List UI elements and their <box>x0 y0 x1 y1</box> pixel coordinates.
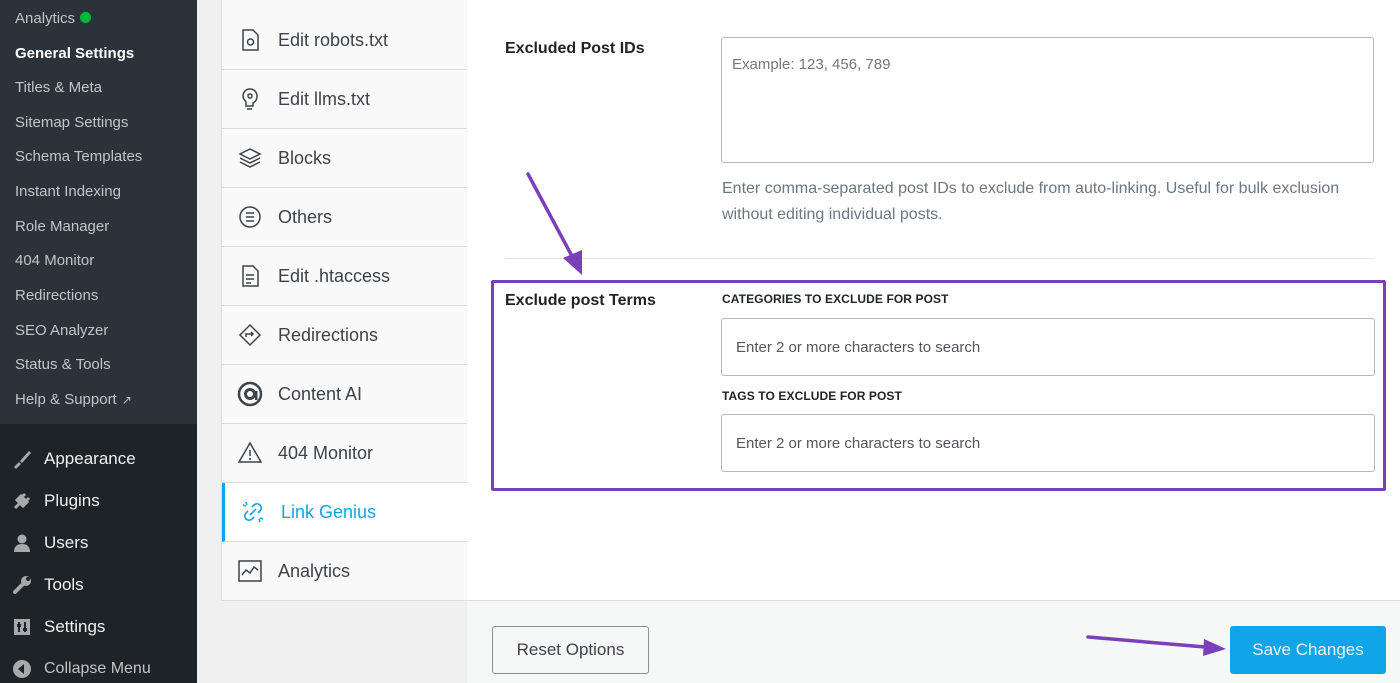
tab-redirections[interactable]: Redirections <box>222 306 467 365</box>
collapse-menu-button[interactable]: Collapse Menu <box>0 651 197 683</box>
menu-item-plugins[interactable]: Plugins <box>0 483 197 519</box>
submenu-item-role-manager[interactable]: Role Manager <box>15 218 109 235</box>
tab-label: Redirections <box>278 324 379 345</box>
tab-label: Content AI <box>278 383 363 404</box>
submenu-item-label: Redirections <box>15 287 99 304</box>
tab-404-monitor[interactable]: 404 Monitor <box>222 424 467 483</box>
submenu-item-titles-meta[interactable]: Titles & Meta <box>15 79 102 96</box>
excluded-post-ids-label: Excluded Post IDs <box>505 40 645 57</box>
warning-triangle-icon <box>222 441 278 465</box>
settings-footer: Reset Options Save Changes <box>467 600 1400 683</box>
submenu-item-label: General Settings <box>15 45 135 62</box>
llms-file-icon <box>222 87 278 111</box>
tab-label: Edit llms.txt <box>278 88 371 109</box>
submenu-item-redirections[interactable]: Redirections <box>15 287 98 304</box>
tab-content-ai[interactable]: Content AI <box>222 365 467 424</box>
tags-search-input[interactable] <box>721 414 1375 472</box>
tab-label: Edit robots.txt <box>278 29 389 50</box>
submenu-item-schema-templates[interactable]: Schema Templates <box>15 148 142 165</box>
redirect-diamond-icon <box>222 323 278 347</box>
menu-item-settings[interactable]: Settings <box>0 609 197 645</box>
link-icon <box>225 499 281 525</box>
exclude-post-terms-label: Exclude post Terms <box>505 292 656 309</box>
plug-icon <box>0 490 44 512</box>
menu-item-label: Users <box>44 533 89 552</box>
tab-blocks[interactable]: Blocks <box>222 129 467 188</box>
admin-sidebar: Analytics General Settings Titles & Meta… <box>0 0 197 683</box>
status-dot-icon <box>80 12 92 23</box>
section-divider <box>505 258 1374 259</box>
submenu-item-label: Status & Tools <box>15 356 111 373</box>
sliders-icon <box>0 616 44 638</box>
menu-item-label: Settings <box>44 617 106 636</box>
submenu-item-label: Role Manager <box>15 218 110 235</box>
save-changes-button[interactable]: Save Changes <box>1230 626 1386 674</box>
analytics-chart-icon <box>222 559 278 583</box>
tab-label: Others <box>278 206 333 227</box>
others-list-icon <box>222 205 278 229</box>
submenu-item-label: Schema Templates <box>15 148 143 165</box>
collapse-arrow-icon <box>0 658 44 680</box>
settings-tab-list: Edit robots.txt Edit llms.txt Blocks Oth… <box>221 0 468 601</box>
htaccess-file-icon <box>222 264 278 288</box>
tab-edit-llms[interactable]: Edit llms.txt <box>222 70 467 129</box>
submenu-item-label: Sitemap Settings <box>15 114 129 131</box>
settings-panel: Excluded Post IDs Enter comma-separated … <box>467 0 1400 601</box>
menu-item-label: Tools <box>44 575 84 594</box>
wrench-icon <box>0 574 44 596</box>
tab-others[interactable]: Others <box>222 188 467 247</box>
paintbrush-icon <box>0 448 44 470</box>
submenu-item-label: SEO Analyzer <box>15 322 109 339</box>
categories-search-input[interactable] <box>721 318 1375 376</box>
excluded-post-ids-textarea[interactable] <box>721 37 1374 163</box>
submenu-item-status-tools[interactable]: Status & Tools <box>15 356 111 373</box>
menu-item-appearance[interactable]: Appearance <box>0 441 197 477</box>
robots-file-icon <box>222 28 278 52</box>
submenu-item-instant-indexing[interactable]: Instant Indexing <box>15 183 121 200</box>
tags-exclude-label: TAGS TO EXCLUDE FOR POST <box>722 389 902 403</box>
submenu-item-sitemap-settings[interactable]: Sitemap Settings <box>15 114 128 131</box>
tab-label: Link Genius <box>281 501 377 522</box>
submenu-item-label: Titles & Meta <box>15 79 102 96</box>
submenu-item-label: Analytics <box>15 10 76 27</box>
menu-item-label: Appearance <box>44 449 136 468</box>
tab-label: 404 Monitor <box>278 442 374 463</box>
excluded-post-ids-description: Enter comma-separated post IDs to exclud… <box>722 180 1340 223</box>
submenu-item-label: Instant Indexing <box>15 183 121 200</box>
tab-link-genius[interactable]: Link Genius <box>222 483 467 542</box>
tab-label: Analytics <box>278 560 351 581</box>
submenu-item-help-support[interactable]: Help & Support ↗ <box>15 391 132 408</box>
menu-item-tools[interactable]: Tools <box>0 567 197 603</box>
submenu-item-label: 404 Monitor <box>15 252 95 269</box>
submenu-item-analytics[interactable]: Analytics <box>15 10 92 27</box>
blocks-icon <box>222 146 278 170</box>
rank-math-submenu: Analytics General Settings Titles & Meta… <box>0 0 197 424</box>
tab-edit-robots[interactable]: Edit robots.txt <box>222 11 467 70</box>
submenu-item-label: Help & Support <box>15 391 117 408</box>
content-ai-icon <box>222 381 278 407</box>
submenu-item-seo-analyzer[interactable]: SEO Analyzer <box>15 322 108 339</box>
menu-item-label: Collapse Menu <box>44 660 151 677</box>
menu-item-users[interactable]: Users <box>0 525 197 561</box>
user-icon <box>0 532 44 554</box>
external-link-icon: ↗ <box>121 393 132 407</box>
categories-exclude-label: CATEGORIES TO EXCLUDE FOR POST <box>722 292 949 306</box>
tab-analytics[interactable]: Analytics <box>222 542 467 601</box>
submenu-item-404-monitor[interactable]: 404 Monitor <box>15 252 94 269</box>
tab-label: Edit .htaccess <box>278 265 391 286</box>
tab-edit-htaccess[interactable]: Edit .htaccess <box>222 247 467 306</box>
reset-options-button[interactable]: Reset Options <box>492 626 649 674</box>
submenu-item-general-settings[interactable]: General Settings <box>15 45 134 62</box>
menu-item-label: Plugins <box>44 491 100 510</box>
tab-label: Blocks <box>278 147 332 168</box>
